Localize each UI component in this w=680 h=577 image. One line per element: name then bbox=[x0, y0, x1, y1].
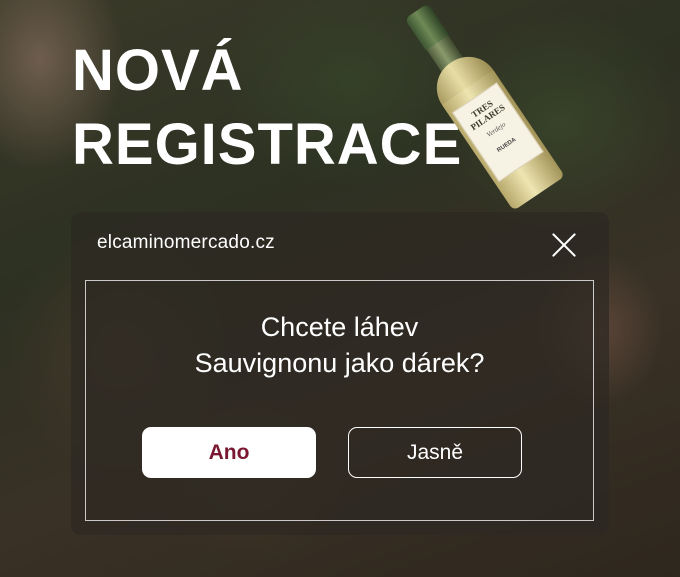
headline-line-2: REGISTRACE bbox=[72, 112, 463, 177]
close-icon[interactable] bbox=[545, 226, 583, 264]
bottle-region: RUEDA bbox=[496, 136, 518, 154]
offer-question: Chcete láhev Sauvignonu jako dárek? bbox=[86, 309, 593, 381]
ok-button[interactable]: Jasně bbox=[348, 427, 522, 478]
yes-button[interactable]: Ano bbox=[142, 427, 316, 478]
registration-popup: elcaminomercado.cz Chcete láhev Sauvigno… bbox=[71, 212, 609, 535]
site-domain: elcaminomercado.cz bbox=[97, 232, 275, 253]
bottle-subtitle: Verdejo bbox=[485, 120, 508, 139]
question-line-1: Chcete láhev bbox=[260, 312, 419, 342]
offer-frame: Chcete láhev Sauvignonu jako dárek? Ano … bbox=[85, 280, 594, 521]
question-line-2: Sauvignonu jako dárek? bbox=[194, 348, 485, 378]
